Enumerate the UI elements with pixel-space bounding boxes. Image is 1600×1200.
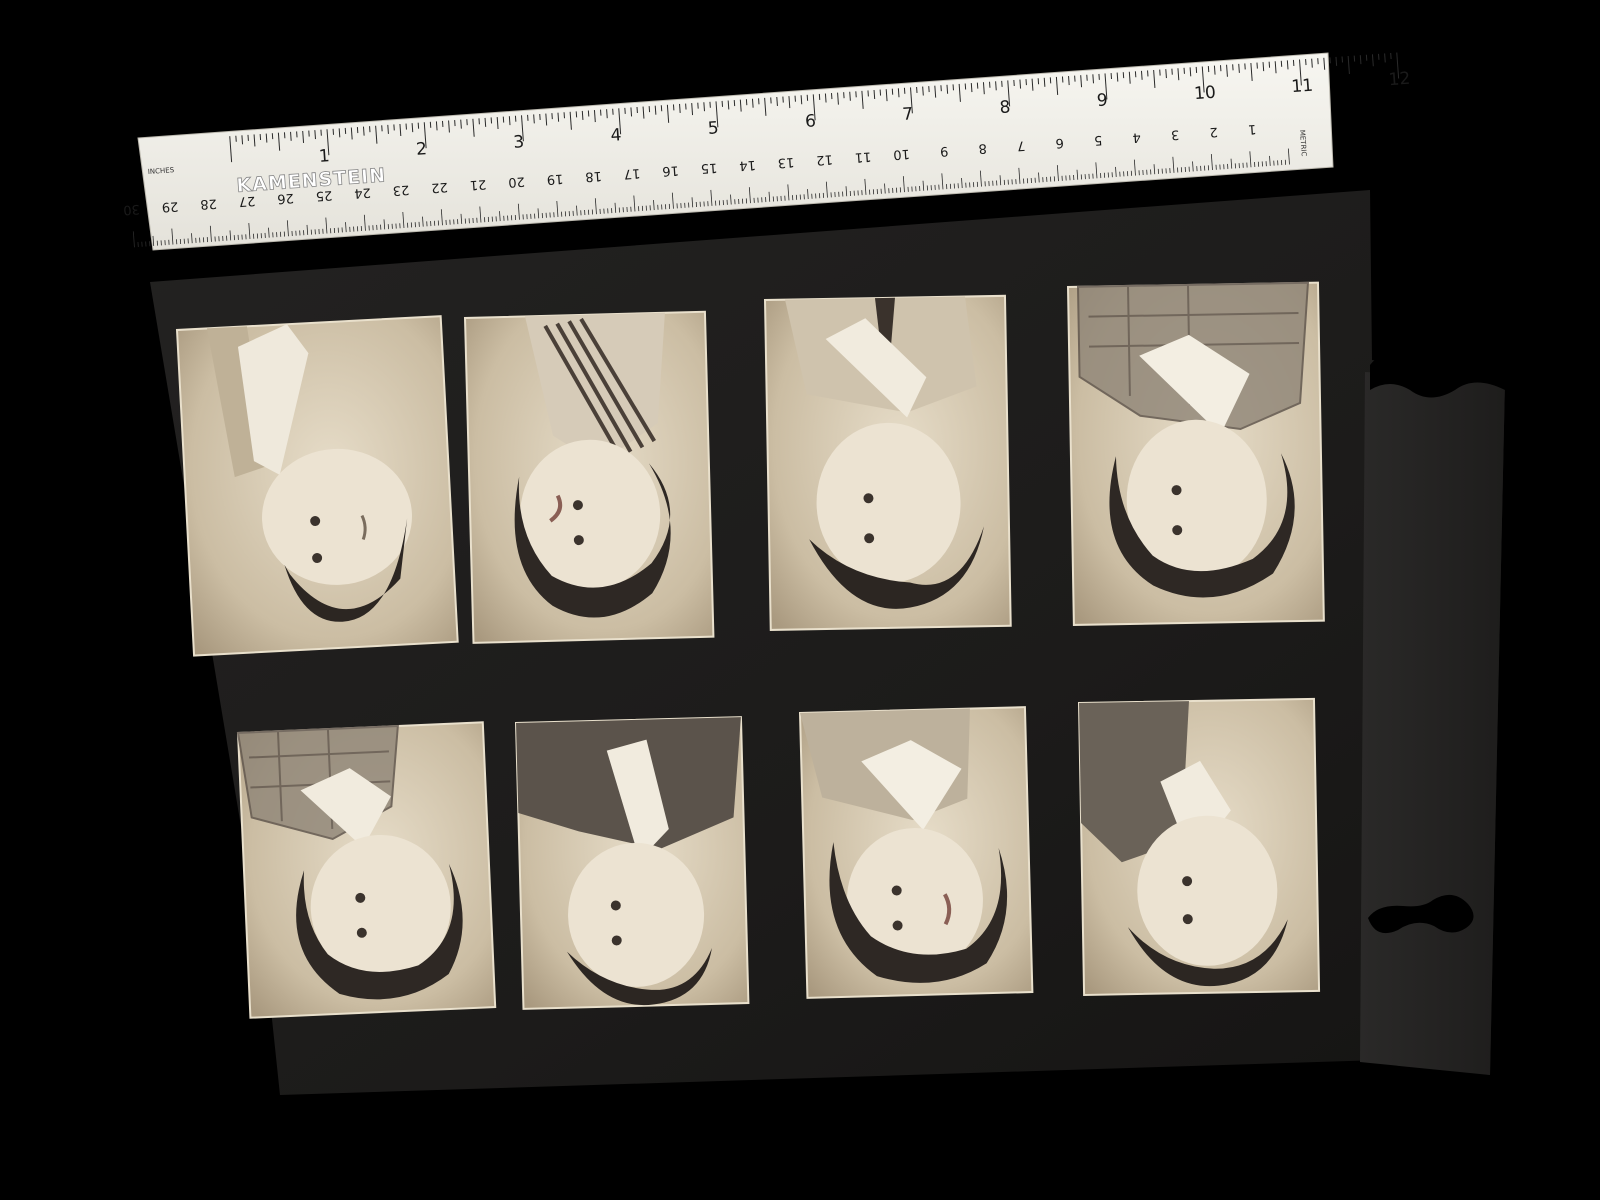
ruler-inch-number: 11: [1291, 76, 1314, 97]
ruler-inch-tick: [922, 86, 924, 96]
ruler-inch-number: 3: [513, 132, 525, 153]
ruler-inch-number: 5: [707, 118, 719, 139]
ruler-inch-number: 2: [415, 139, 427, 160]
ruler-inch-tick: [1384, 53, 1386, 63]
ruler-inch-number: 6: [805, 111, 817, 132]
ruler-cm-tick: [132, 231, 135, 248]
ruler-inch-number: 9: [1096, 90, 1108, 111]
ruler-inch-tick: [1335, 56, 1338, 66]
ruler-inch-tick: [581, 110, 584, 120]
ruler-cm-number: 20: [508, 173, 526, 189]
ruler-cm-number: 10: [893, 146, 911, 162]
ruler-inch-tick: [1140, 70, 1143, 80]
ruler-inch-tick: [362, 126, 365, 136]
ruler-inch-tick: [1092, 74, 1094, 84]
ruler-cm-number: 28: [200, 195, 218, 211]
ruler-inch-tick: [1238, 63, 1240, 73]
ruler-inch-tick: [1189, 67, 1192, 77]
ruler-inch-tick: [460, 119, 462, 129]
ruler-inch-tick: [241, 135, 244, 145]
ruler-cm-number: 5: [1093, 132, 1102, 148]
ruler-inch-tick: [1347, 56, 1350, 75]
ruler-inch-tick: [1359, 55, 1362, 65]
photo-r2c2: [514, 716, 750, 1010]
ruler-inch-tick: [1262, 62, 1265, 72]
ruler-inch-tick: [703, 102, 705, 112]
photo-r1c1: [175, 315, 459, 657]
ruler-cm-number: 17: [623, 165, 641, 181]
ruler-cm-number: 14: [739, 157, 757, 173]
ruler-inch-number: 8: [999, 97, 1011, 118]
photo-r1c3: [763, 294, 1012, 631]
ruler-inch-tick: [411, 123, 414, 133]
ruler-inch-tick: [897, 88, 900, 98]
ruler-cm-number: 23: [392, 182, 410, 198]
photo-scene: 1 2 3 4 5 6 7 8 9 10 11 12 1 2 3 4 5 6 7 8 9 10 11 12 13 14 15 16 17…: [0, 0, 1600, 1200]
ruler-inch-tick: [387, 124, 389, 134]
ruler-inch-tick: [1165, 69, 1167, 79]
ruler-inch-tick: [776, 96, 778, 107]
ruler-inch-tick: [995, 81, 997, 91]
ruler-inch-tick: [679, 103, 681, 113]
ruler-inch-tick: [265, 133, 268, 143]
photo-r2c1: [236, 721, 497, 1019]
ruler-inch-tick: [484, 117, 487, 127]
photo-r2c3: [798, 706, 1034, 999]
ruler-inch-tick: [435, 121, 438, 131]
ruler-inch-number: 10: [1194, 83, 1217, 104]
ruler-inch-tick: [1116, 72, 1119, 82]
ruler-inch-tick: [338, 128, 341, 138]
ruler-cm-number: 30: [123, 201, 141, 217]
ruler-inch-number: 12: [1388, 69, 1411, 90]
ruler-inch-tick: [873, 89, 876, 100]
ruler-inch-tick: [1213, 65, 1216, 75]
ruler-cm-number: 7: [1016, 137, 1025, 153]
ruler-inch-tick: [727, 100, 730, 110]
ruler-inch-tick: [654, 105, 657, 115]
photo-r2c4: [1077, 697, 1321, 996]
ruler-inch-number: 1: [318, 146, 330, 167]
ruler-inch-tick: [508, 116, 511, 126]
photo-r1c4: [1066, 281, 1325, 626]
ruler-inch-tick: [824, 93, 827, 103]
ruler-cm-number: 4: [1132, 129, 1141, 145]
ruler-inch-tick: [630, 107, 633, 117]
ruler-inch-tick: [849, 91, 851, 101]
ruler-cm-number: 6: [1055, 135, 1064, 151]
ruler-inch-tick: [1286, 60, 1289, 70]
ruler-cm-number: 15: [700, 159, 718, 175]
ruler-cm-number: 21: [469, 176, 487, 192]
ruler-cm-number: 16: [662, 162, 680, 178]
ruler-cm-number: 2: [1209, 124, 1218, 140]
ruler-cm-number: 12: [816, 151, 834, 167]
ruler-cm-number: 22: [431, 179, 449, 195]
ruler-inch-tick: [1311, 58, 1313, 68]
ruler-inch-number: 4: [610, 125, 622, 146]
photo-r1c2: [463, 310, 715, 644]
ruler-cm-number: 3: [1170, 126, 1179, 142]
album-binding-strip: [1360, 372, 1505, 1075]
ruler-inch-tick: [1371, 54, 1374, 67]
ruler-inch-tick: [557, 112, 560, 122]
ruler-inch-tick: [290, 131, 292, 141]
ruler-inch-tick: [1043, 77, 1046, 87]
ruler-cm-number: 11: [854, 148, 872, 164]
ruler-inch-tick: [946, 84, 949, 94]
ruler-inch-tick: [314, 130, 316, 140]
ruler-inch-tick: [800, 95, 803, 105]
ruler-inch-number: 7: [902, 104, 914, 125]
ruler-inch-tick: [1068, 76, 1070, 86]
ruler-cm-number: 8: [978, 140, 987, 156]
ruler-cm-number: 18: [585, 168, 603, 184]
ruler-inch-tick: [1019, 79, 1022, 89]
ruler-cm-number: 29: [161, 198, 179, 214]
ruler-cm-number: 19: [546, 170, 564, 186]
ruler-inch-tick: [970, 83, 973, 93]
ruler-cm-number: 9: [939, 143, 948, 159]
ruler-inch-tick: [751, 98, 754, 108]
ruler-inch-tick: [533, 114, 535, 124]
ruler-inch-tick: [606, 109, 608, 119]
ruler-cm-number: 1: [1247, 121, 1256, 137]
ruler-cm-number: 13: [777, 154, 795, 170]
